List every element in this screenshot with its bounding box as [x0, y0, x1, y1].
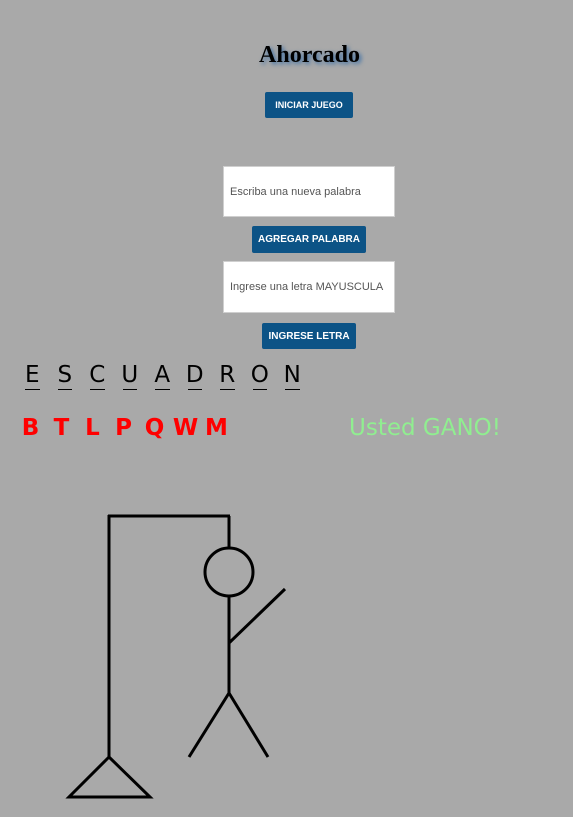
- gallows-base: [65, 754, 154, 799]
- hangman-head: [203, 546, 255, 598]
- hangman-leg-right: [227, 692, 270, 758]
- hangman-leg-left: [187, 692, 231, 758]
- hangman-arm-raised: [227, 587, 287, 645]
- hangman-drawing: [65, 514, 287, 799]
